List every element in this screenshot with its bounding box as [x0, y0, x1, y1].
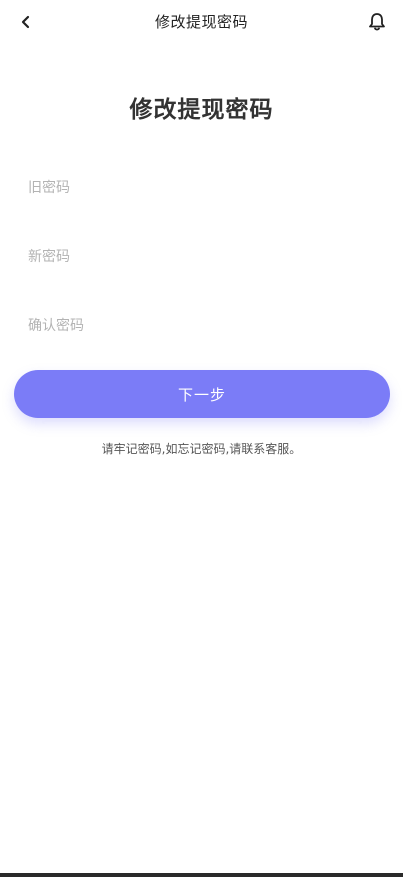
page-title: 修改提现密码	[129, 97, 274, 123]
nav-bar: 修改提现密码	[0, 0, 403, 44]
change-withdraw-password-screen: 修改提现密码 修改提现密码 下一步 请牢记密码,如忘记密码,请联系客服。	[0, 0, 403, 877]
notification-button[interactable]	[365, 10, 389, 34]
home-indicator-bar	[0, 873, 403, 877]
bell-icon	[369, 13, 385, 31]
next-step-button[interactable]: 下一步	[14, 370, 390, 418]
old-password-field	[28, 172, 375, 204]
old-password-input[interactable]	[28, 172, 375, 204]
new-password-field	[28, 241, 375, 273]
nav-title: 修改提现密码	[154, 13, 248, 31]
password-hint-text: 请牢记密码,如忘记密码,请联系客服。	[101, 442, 302, 456]
confirm-password-input[interactable]	[28, 310, 375, 342]
new-password-input[interactable]	[28, 241, 375, 273]
confirm-password-field	[28, 310, 375, 342]
